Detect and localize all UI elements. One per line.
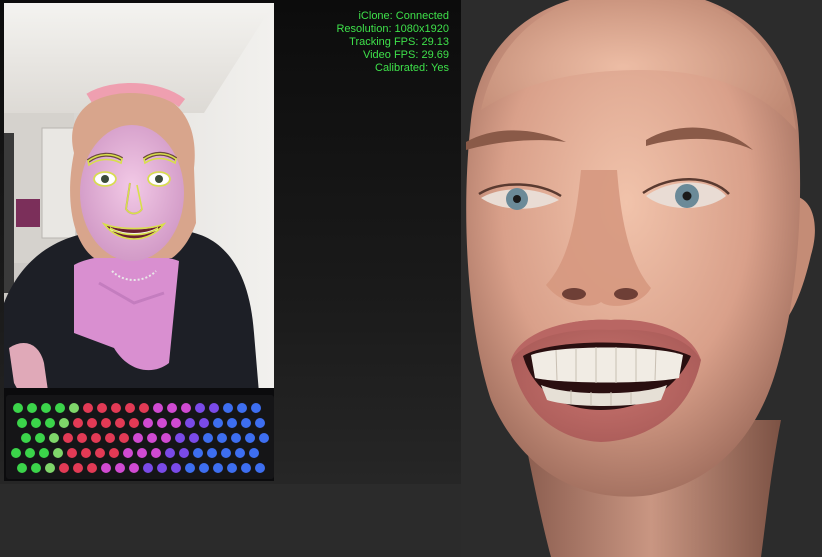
camera-feed — [4, 3, 274, 481]
resolution-status: Resolution: 1080x1920 — [336, 23, 449, 35]
bottom-strip — [0, 484, 461, 557]
camera-feed-image — [4, 3, 274, 481]
tracking-panel: iClone: Connected Resolution: 1080x1920 … — [0, 0, 462, 484]
connection-status: iClone: Connected — [358, 10, 449, 22]
calibration-status: Calibrated: Yes — [375, 62, 449, 74]
avatar-viewport[interactable] — [461, 0, 822, 557]
video-fps-status: Video FPS: 29.69 — [362, 49, 449, 61]
tracking-fps-status: Tracking FPS: 29.13 — [349, 36, 449, 48]
avatar-render — [461, 0, 822, 557]
tracking-stats: iClone: Connected Resolution: 1080x1920 … — [336, 10, 449, 75]
face-capture-app: iClone: Connected Resolution: 1080x1920 … — [0, 0, 822, 557]
